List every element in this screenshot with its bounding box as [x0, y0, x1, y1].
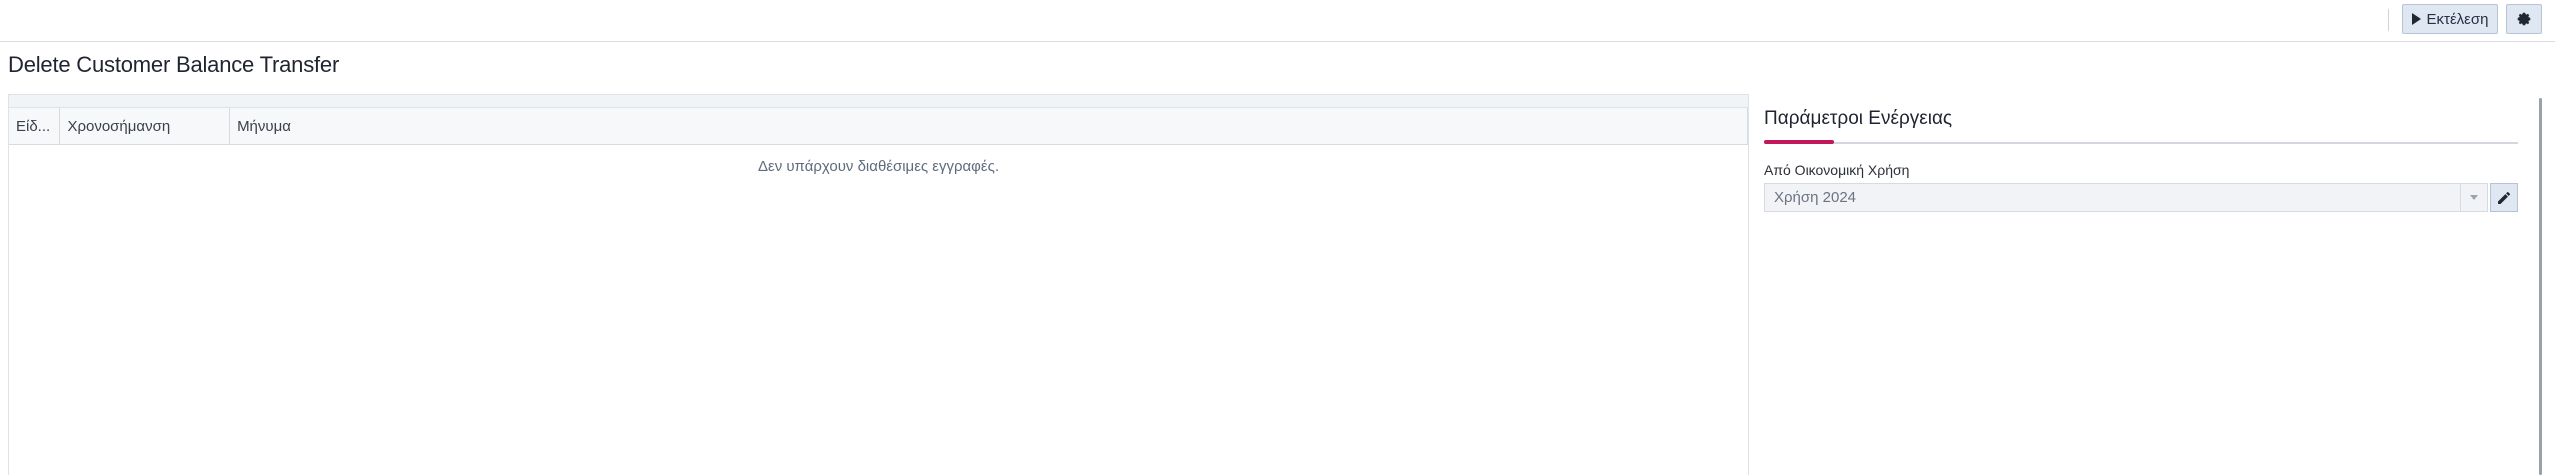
column-header-timestamp[interactable]: Χρονοσήμανση [60, 108, 231, 144]
parameters-title: Παράμετροι Ενέργειας [1764, 108, 1953, 129]
fiscal-year-label: Από Οικονομική Χρήση [1764, 162, 1910, 178]
page-title: Delete Customer Balance Transfer [8, 52, 340, 77]
edit-fiscal-year-button[interactable] [2490, 183, 2518, 212]
column-header-message[interactable]: Μήνυμα [230, 108, 1748, 144]
fiscal-year-value: Χρήση 2024 [1774, 189, 1857, 206]
gear-icon [2517, 12, 2531, 26]
parameters-accent-bar [1764, 140, 1834, 144]
column-header-type[interactable]: Είδ... [9, 108, 61, 144]
play-icon [2411, 13, 2421, 25]
action-parameters-panel: Παράμετροι Ενέργειας Από Οικονομική Χρήσ… [1764, 100, 2518, 212]
settings-button[interactable] [2506, 4, 2542, 34]
fiscal-year-select[interactable]: Χρήση 2024 [1764, 183, 2488, 212]
grid-empty-message: Δεν υπάρχουν διαθέσιμες εγγραφές. [757, 158, 999, 175]
top-toolbar: Εκτέλεση [0, 0, 2555, 42]
run-button-label: Εκτέλεση [2426, 10, 2489, 28]
chevron-down-icon [2470, 195, 2478, 200]
grid-header: Είδ... Χρονοσήμανση Μήνυμα [9, 108, 1748, 145]
pencil-icon [2498, 191, 2511, 204]
grid-toolbar [9, 95, 1748, 108]
fiscal-year-field: Χρήση 2024 [1764, 183, 2518, 212]
dropdown-arrow[interactable] [2460, 184, 2487, 211]
parameters-divider [1764, 140, 2518, 144]
log-grid: Είδ... Χρονοσήμανση Μήνυμα Δεν υπάρχουν … [8, 94, 1749, 475]
run-button[interactable]: Εκτέλεση [2402, 4, 2498, 34]
panel-scrollbar[interactable] [2539, 98, 2542, 475]
toolbar-separator [2388, 9, 2389, 31]
